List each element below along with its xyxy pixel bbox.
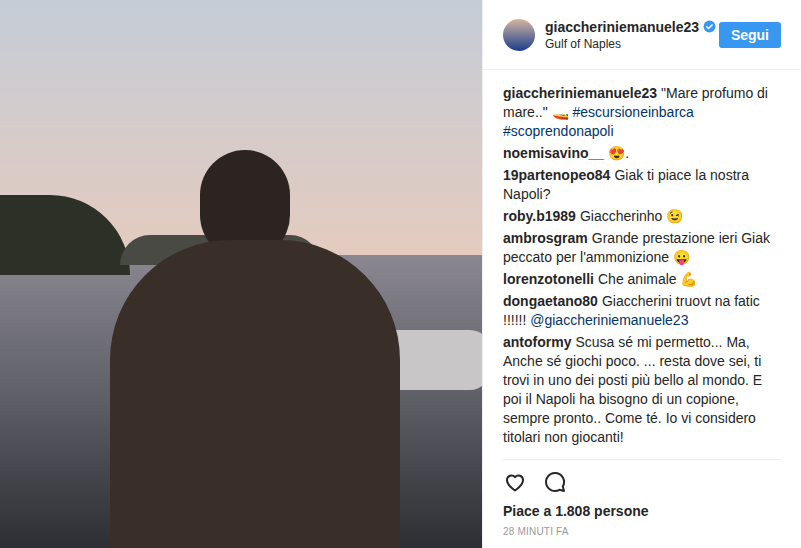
heart-icon[interactable]: [503, 470, 527, 494]
post-photo: [0, 0, 482, 548]
comment-text: Scusa sé mi permetto... Ma, Anche sé gio…: [503, 334, 766, 445]
comment-link[interactable]: @giaccheriniemanuele23: [530, 312, 688, 328]
comment-username[interactable]: noemisavino__: [503, 145, 604, 161]
comment-list: giaccheriniemanuele23"Mare profumo di ma…: [483, 70, 801, 459]
comment-text: 😍.: [608, 145, 629, 161]
comment-text: Che animale 💪: [598, 271, 698, 287]
comment: lorenzotonelliChe animale 💪: [503, 270, 781, 289]
comment-username[interactable]: roby.b1989: [503, 208, 576, 224]
comment-username[interactable]: giaccheriniemanuele23: [503, 85, 657, 101]
comment-username[interactable]: 19partenopeo84: [503, 167, 610, 183]
follow-button[interactable]: Segui: [719, 22, 781, 48]
comment: roby.b1989Giaccherinho 😉: [503, 207, 781, 226]
post-footer: Piace a 1.808 persone 28 MINUTI FA: [503, 459, 781, 548]
like-count[interactable]: Piace a 1.808 persone: [503, 502, 781, 520]
comment-username[interactable]: ambrosgram: [503, 230, 588, 246]
comment-username[interactable]: dongaetano80: [503, 293, 598, 309]
comment-username[interactable]: lorenzotonelli: [503, 271, 594, 287]
location[interactable]: Gulf of Naples: [545, 36, 711, 52]
comment: dongaetano80Giaccherini truovt na fatic …: [503, 292, 781, 330]
comment-icon[interactable]: [543, 470, 567, 494]
comment: ambrosgramGrande prestazione ieri Giak p…: [503, 229, 781, 267]
verified-icon: [703, 20, 716, 33]
username[interactable]: giaccheriniemanuele23: [545, 18, 699, 36]
comment-link[interactable]: #scoprendonapoli: [503, 123, 614, 139]
comment-text: Giaccherinho 😉: [580, 208, 683, 224]
comment: 19partenopeo84Giak ti piace la nostra Na…: [503, 166, 781, 204]
post-header: giaccheriniemanuele23 Gulf of Naples Seg…: [483, 0, 801, 70]
comment-username[interactable]: antoformy: [503, 334, 571, 350]
person-back: [110, 240, 400, 548]
coast: [0, 195, 130, 275]
avatar[interactable]: [503, 19, 535, 51]
timestamp: 28 MINUTI FA: [503, 526, 781, 538]
comment: antoformyScusa sé mi permetto... Ma, Anc…: [503, 333, 781, 447]
comment: giaccheriniemanuele23"Mare profumo di ma…: [503, 84, 781, 141]
comment: noemisavino__😍.: [503, 144, 781, 163]
comment-link[interactable]: #escursioneinbarca: [572, 104, 697, 120]
